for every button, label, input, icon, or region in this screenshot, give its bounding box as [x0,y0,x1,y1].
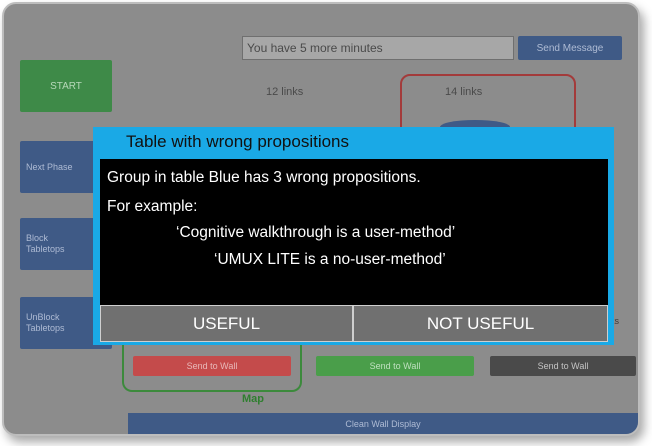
block-label-line1: Block [26,233,49,243]
map-label: Map [242,393,264,405]
unblock-label-line2: Tabletops [26,323,65,333]
unblock-label-line1: UnBlock [26,312,60,322]
table-links-right: 14 links [445,86,483,98]
dialog-line-4: ‘UMUX LITE is a no-user-method’ [214,251,446,268]
send-to-wall-green-button[interactable]: Send to Wall [316,356,474,376]
message-input[interactable]: You have 5 more minutes [242,36,514,60]
send-to-wall-dark-button[interactable]: Send to Wall [490,356,636,376]
dialog-body: Group in table Blue has 3 wrong proposit… [100,159,608,305]
clean-wall-display-button[interactable]: Clean Wall Display [128,413,638,434]
not-useful-button[interactable]: NOT USEFUL [353,305,608,342]
dialog-line-2: For example: [107,198,198,215]
dialog-title: Table with wrong propositions [126,132,350,151]
block-label-line2: Tabletops [26,244,65,254]
next-phase-label: Next Phase [26,161,73,172]
dialog-line-1: Group in table Blue has 3 wrong proposit… [107,169,421,186]
wrong-propositions-dialog: Table with wrong propositions Group in t… [93,127,614,345]
dialog-line-3: ‘Cognitive walkthrough is a user-method’ [176,224,456,241]
send-message-button[interactable]: Send Message [518,36,622,60]
start-button[interactable]: START [20,60,112,112]
useful-button[interactable]: USEFUL [100,305,353,342]
message-input-value: You have 5 more minutes [247,41,383,55]
send-to-wall-red-button[interactable]: Send to Wall [133,356,291,376]
table-links-left: 12 links [266,86,304,98]
app-screen: You have 5 more minutes Send Message STA… [2,2,640,436]
